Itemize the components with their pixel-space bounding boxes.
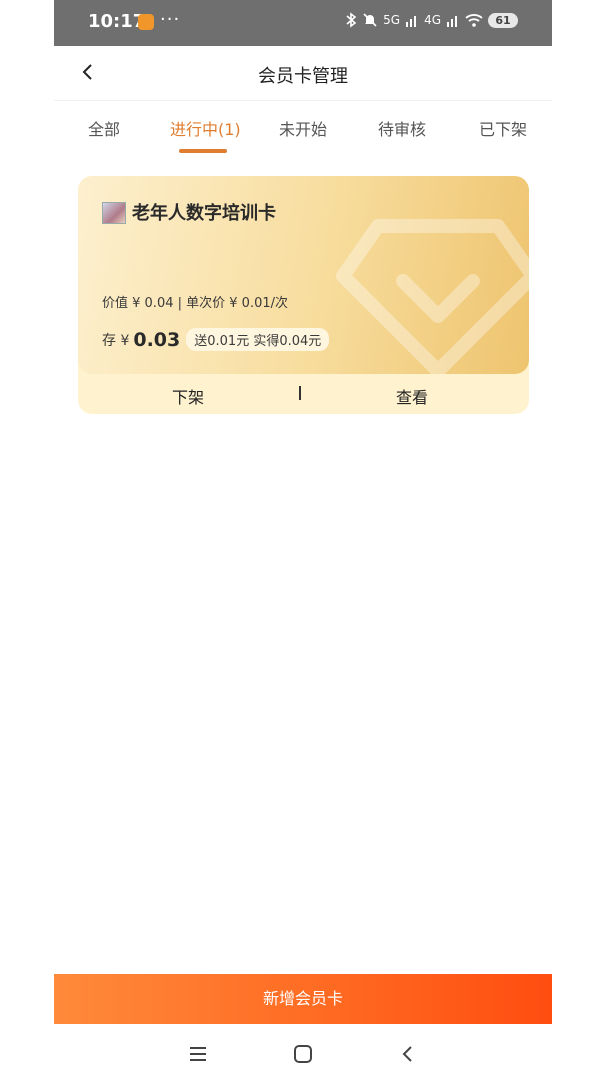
home-icon[interactable]: [291, 1042, 315, 1066]
bluetooth-icon: [346, 12, 357, 28]
battery-icon: 61: [488, 12, 518, 28]
network-5g-label: 5G: [383, 13, 401, 27]
membership-card[interactable]: 老年人数字培训卡 价值 ¥ 0.04 | 单次价 ¥ 0.01/次 存 ¥ 0.…: [78, 176, 529, 414]
tab-in-progress[interactable]: 进行中(1): [170, 116, 241, 140]
app-notification-icon: [138, 14, 154, 30]
tab-pending-review[interactable]: 待审核: [378, 116, 426, 140]
view-button[interactable]: 查看: [396, 384, 428, 408]
deposit-amount: 0.03: [133, 328, 181, 351]
status-tabs: 全部 进行中(1) 未开始 待审核 已下架: [54, 102, 552, 156]
action-divider: [299, 386, 301, 400]
card-thumbnail-image: [102, 202, 126, 224]
tab-not-started[interactable]: 未开始: [279, 116, 327, 140]
signal-5g-icon: [406, 16, 417, 27]
add-membership-card-button[interactable]: 新增会员卡: [54, 974, 552, 1024]
status-bar: 10:17 ··· 5G 4G 61: [54, 0, 552, 46]
status-indicators: 5G 4G 61: [345, 12, 518, 28]
card-price-info: 价值 ¥ 0.04 | 单次价 ¥ 0.01/次: [102, 296, 288, 311]
nav-header: 会员卡管理: [54, 46, 552, 101]
menu-icon[interactable]: [186, 1042, 210, 1066]
card-actions: 下架 查看: [78, 374, 529, 414]
tab-delisted[interactable]: 已下架: [479, 116, 527, 140]
network-4g-label: 4G: [424, 13, 441, 27]
delist-button[interactable]: 下架: [172, 384, 204, 408]
tab-all[interactable]: 全部: [88, 116, 120, 140]
page-title: 会员卡管理: [258, 66, 348, 87]
status-time: 10:17: [88, 11, 146, 32]
system-nav-bar: [54, 1030, 552, 1080]
mute-bell-icon: [363, 13, 377, 27]
card-deposit-info: 存 ¥ 0.03 送0.01元 实得0.04元: [102, 328, 330, 351]
active-tab-indicator: [179, 149, 227, 153]
deposit-label: 存 ¥: [102, 332, 130, 349]
more-notifications-icon: ···: [160, 9, 181, 30]
wifi-icon: [465, 14, 483, 27]
system-back-icon[interactable]: [396, 1042, 420, 1066]
app-screen: 10:17 ··· 5G 4G 61 会员卡管理 全部 进行中(1) 未开始 待…: [54, 0, 552, 1080]
diamond-watermark-icon: [336, 219, 529, 374]
card-title: 老年人数字培训卡: [132, 203, 276, 224]
signal-4g-icon: [447, 16, 457, 27]
bonus-badge: 送0.01元 实得0.04元: [186, 328, 330, 351]
card-face: 老年人数字培训卡 价值 ¥ 0.04 | 单次价 ¥ 0.01/次 存 ¥ 0.…: [78, 176, 529, 374]
